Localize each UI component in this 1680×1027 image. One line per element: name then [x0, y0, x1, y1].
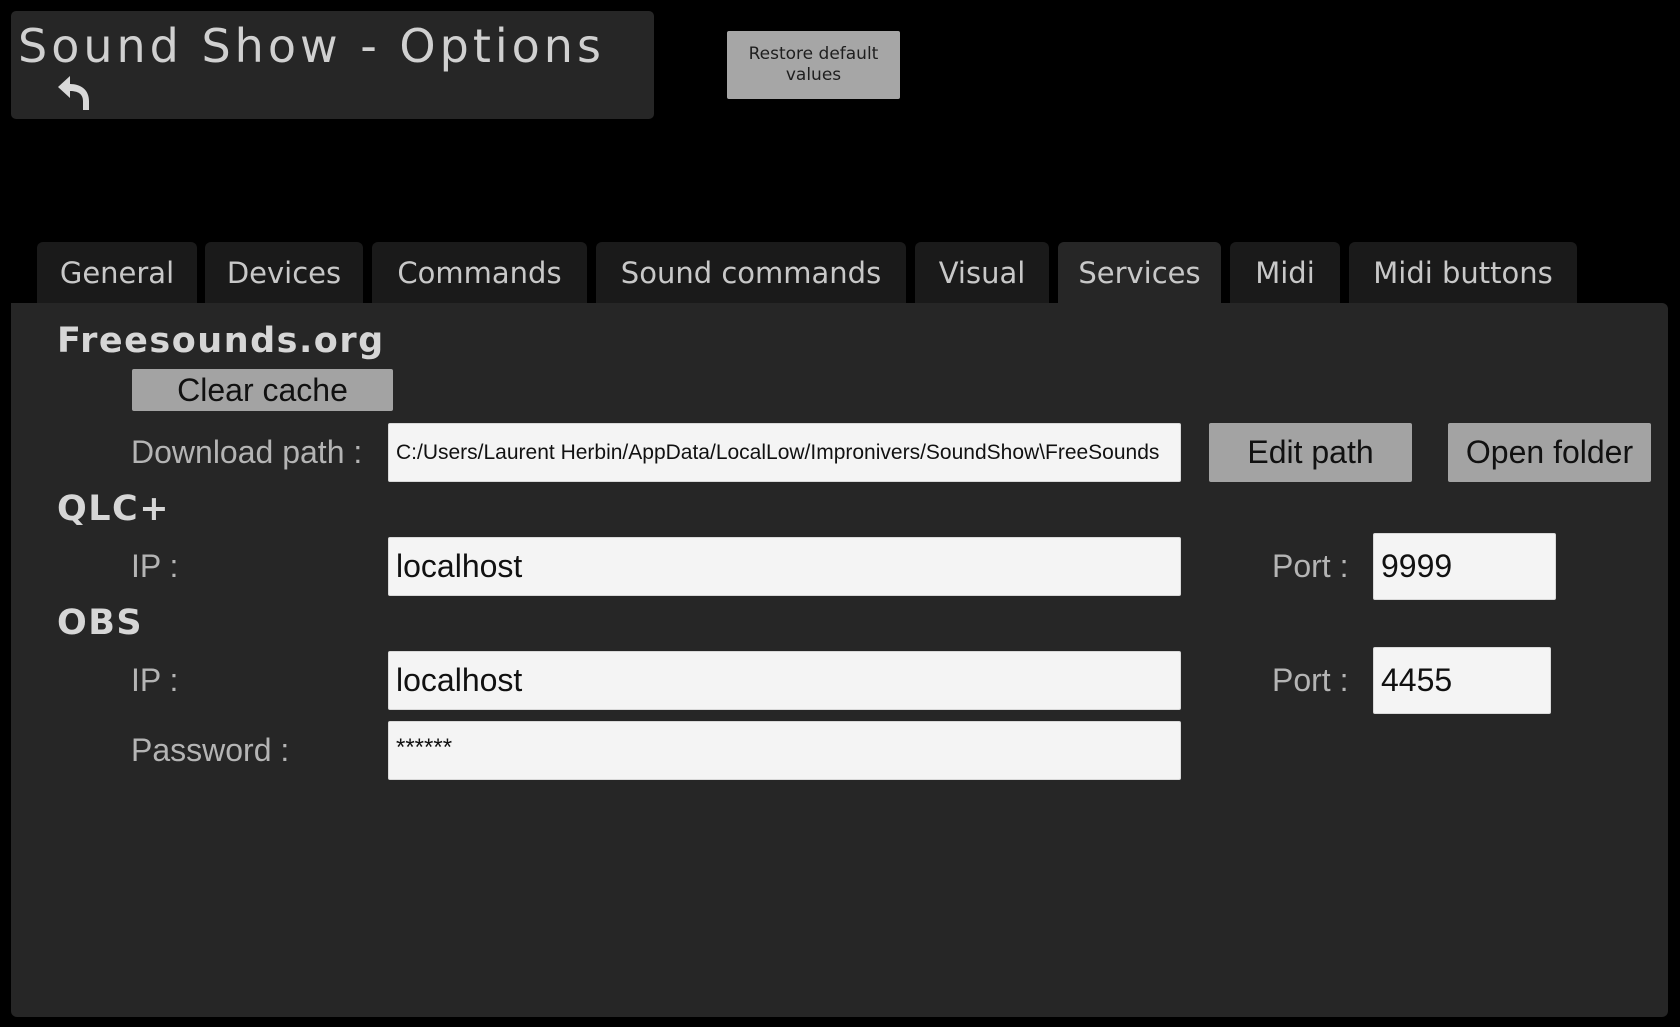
restore-defaults-label: Restore default values [748, 44, 879, 85]
undo-arrow-icon [58, 76, 89, 110]
obs-ip-label: IP : [131, 662, 179, 698]
download-path-field[interactable]: C:/Users/Laurent Herbin/AppData/LocalLow… [388, 423, 1181, 482]
qlc-port-label: Port : [1272, 548, 1349, 584]
download-path-label: Download path : [131, 434, 363, 470]
obs-ip-input[interactable]: localhost [388, 651, 1181, 710]
qlc-section-title: QLC+ [57, 489, 171, 529]
tab-midi[interactable]: Midi [1230, 242, 1340, 304]
tab-label: Midi buttons [1373, 256, 1553, 290]
tab-visual[interactable]: Visual [915, 242, 1049, 304]
obs-port-value: 4455 [1381, 662, 1453, 698]
tab-label: General [59, 256, 175, 290]
qlc-ip-label: IP : [131, 548, 179, 584]
tab-sound-commands[interactable]: Sound commands [596, 242, 906, 304]
obs-password-label: Password : [131, 732, 290, 768]
tab-label: Midi [1255, 256, 1315, 290]
open-folder-label: Open folder [1465, 434, 1634, 470]
open-folder-button[interactable]: Open folder [1448, 423, 1651, 482]
back-button[interactable] [52, 70, 96, 114]
obs-port-label: Port : [1272, 662, 1349, 698]
obs-password-input[interactable]: ****** [388, 721, 1181, 780]
tab-label: Sound commands [620, 256, 882, 290]
tab-midi-buttons[interactable]: Midi buttons [1349, 242, 1577, 304]
qlc-ip-value: localhost [396, 548, 523, 584]
qlc-ip-input[interactable]: localhost [388, 537, 1181, 596]
tab-label: Services [1078, 256, 1201, 290]
download-path-value: C:/Users/Laurent Herbin/AppData/LocalLow… [396, 440, 1160, 464]
qlc-port-input[interactable]: 9999 [1373, 533, 1556, 600]
tab-label: Devices [226, 256, 342, 290]
qlc-port-value: 9999 [1381, 548, 1453, 584]
obs-section-title: OBS [57, 603, 144, 643]
tab-general[interactable]: General [37, 242, 197, 304]
tab-label: Visual [938, 256, 1026, 290]
obs-password-value: ****** [396, 734, 453, 761]
app-title: Sound Show - Options [18, 19, 605, 73]
obs-ip-value: localhost [396, 662, 523, 698]
edit-path-label: Edit path [1247, 434, 1374, 470]
tab-label: Commands [397, 256, 562, 290]
tab-devices[interactable]: Devices [205, 242, 363, 304]
clear-cache-button[interactable]: Clear cache [132, 369, 393, 411]
tab-commands[interactable]: Commands [372, 242, 587, 304]
clear-cache-label: Clear cache [177, 371, 348, 408]
edit-path-button[interactable]: Edit path [1209, 423, 1412, 482]
restore-defaults-button[interactable]: Restore default values [727, 31, 900, 99]
freesounds-section-title: Freesounds.org [57, 321, 385, 361]
obs-port-input[interactable]: 4455 [1373, 647, 1551, 714]
tab-services[interactable]: Services [1058, 242, 1221, 304]
